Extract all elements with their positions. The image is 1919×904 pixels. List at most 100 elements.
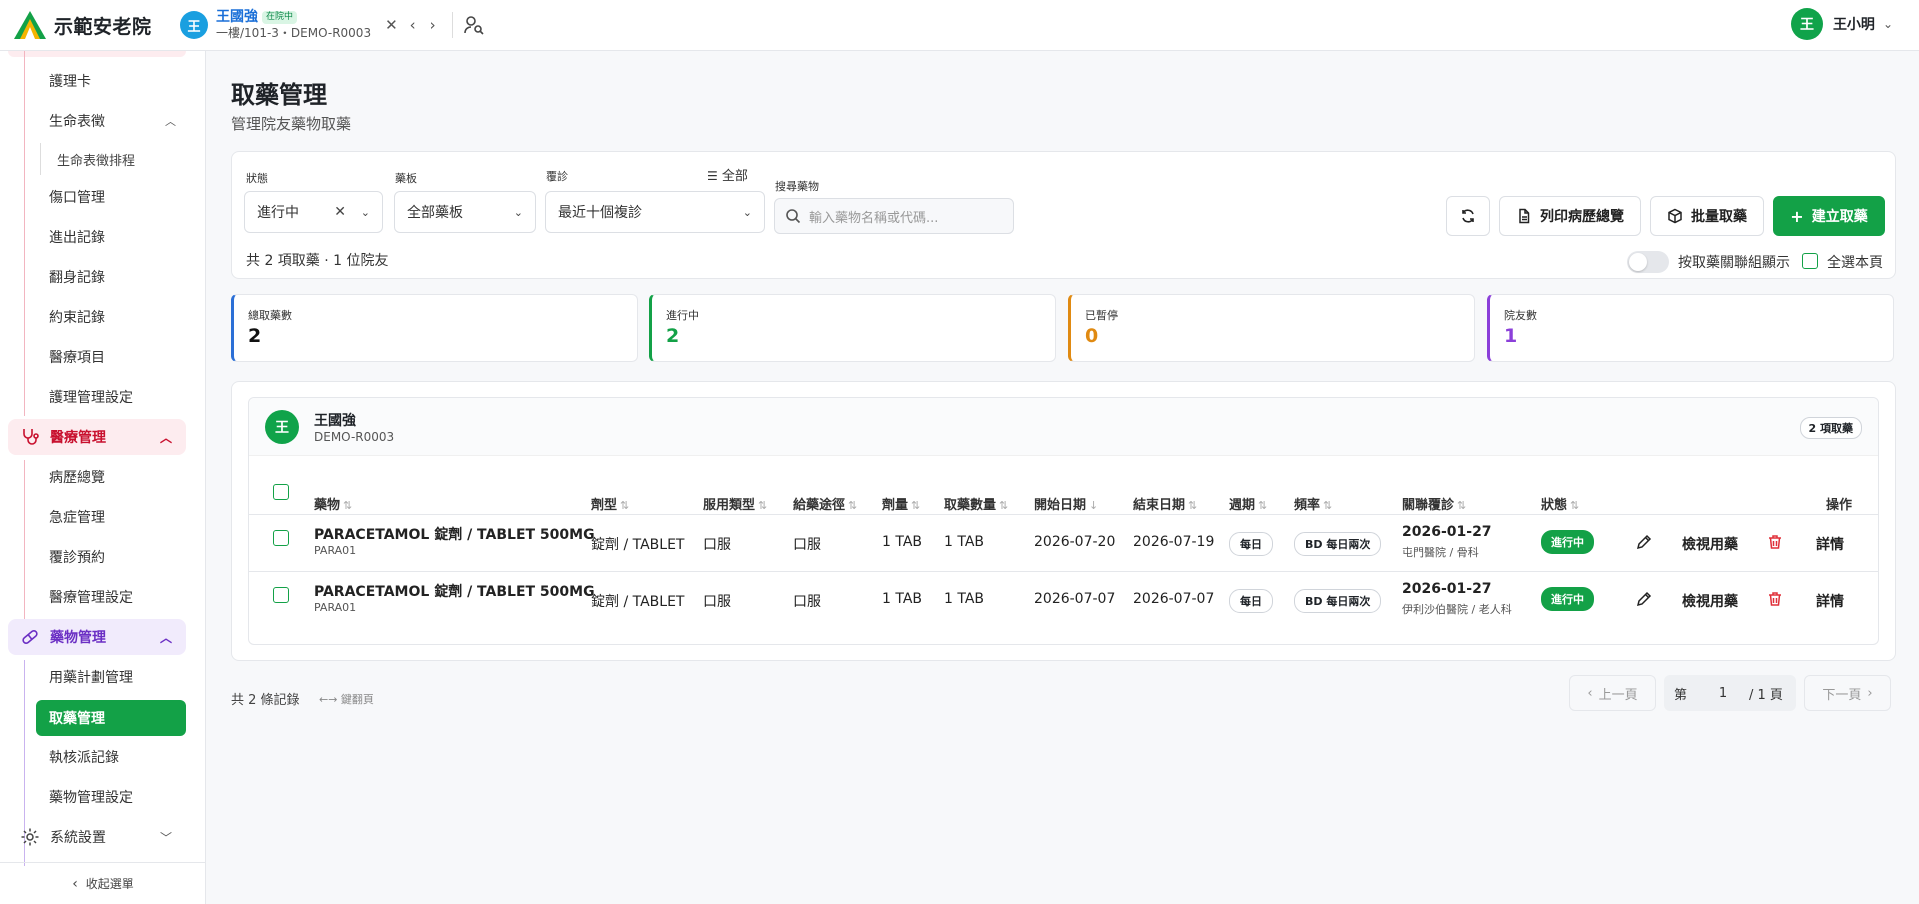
edit-icon[interactable]: [1636, 591, 1652, 607]
chevron-up-icon: ︿: [159, 430, 172, 445]
sidebar-group-medical[interactable]: 醫療管理 ︿: [8, 419, 186, 455]
followup-place: 伊利沙伯醫院 / 老人科: [1402, 603, 1512, 616]
print-records-button[interactable]: 列印病歷總覽: [1499, 196, 1641, 236]
drug-name[interactable]: PARACETAMOL 錠劑 / TABLET 500MG: [314, 581, 595, 601]
status-select[interactable]: 進行中 ✕ ⌄: [244, 191, 383, 233]
group-resident-name: 王國強: [314, 413, 356, 429]
sidebar-item-emergency[interactable]: 急症管理: [36, 501, 186, 533]
col-freq[interactable]: 頻率 ⇅: [1294, 494, 1332, 513]
next-page-button[interactable]: 下一頁 ›: [1804, 675, 1891, 711]
app-logo[interactable]: 示範安老院: [0, 9, 170, 41]
followup-all-toggle[interactable]: ☰ 全部: [707, 165, 748, 184]
plus-icon: +: [1790, 206, 1804, 226]
followup-date: 2026-01-27: [1402, 581, 1492, 597]
sort-icon: ⇅: [343, 499, 353, 512]
col-dose[interactable]: 劑量 ⇅: [882, 494, 920, 513]
filter-panel: 狀態 進行中 ✕ ⌄ 藥板 全部藥板 ⌄ 覆診 ☰ 全部 最近十個複診 ⌄ 搜尋…: [231, 151, 1896, 279]
create-dispense-button[interactable]: + 建立取藥: [1773, 196, 1885, 236]
sidebar-item-medical-items[interactable]: 醫療項目: [36, 341, 186, 373]
view-medication-button[interactable]: 檢視用藥: [1682, 534, 1738, 554]
current-resident-chip[interactable]: 王 王國強 在院中 一樓/101-3・DEMO-R0003: [180, 9, 371, 40]
col-drug[interactable]: 藥物 ⇅: [314, 494, 352, 513]
chevron-left-icon: ‹: [1587, 685, 1593, 701]
board-select[interactable]: 全部藥板 ⌄: [394, 191, 536, 233]
col-route[interactable]: 給藥途徑 ⇅: [793, 494, 857, 513]
resident-status-badge: 在院中: [262, 11, 298, 25]
user-menu[interactable]: 王 王小明 ⌄: [1790, 8, 1893, 40]
select-all-checkbox[interactable]: [273, 484, 289, 500]
row-checkbox[interactable]: [273, 587, 289, 603]
sidebar-item-dispatch-records[interactable]: 執核派記錄: [36, 741, 186, 773]
collapse-menu-button[interactable]: ‹ 收起選單: [0, 862, 206, 904]
col-end[interactable]: 結束日期 ⇅: [1133, 494, 1197, 513]
sidebar-item-followup[interactable]: 覆診預約: [36, 541, 186, 573]
edit-icon[interactable]: [1636, 534, 1652, 550]
detail-button[interactable]: 詳情: [1816, 591, 1844, 611]
user-name: 王小明: [1832, 17, 1875, 33]
user-search-icon[interactable]: [463, 14, 485, 36]
sidebar-item-nursing-card[interactable]: 護理卡: [36, 65, 186, 97]
chevron-down-icon: ⌄: [742, 205, 752, 219]
detail-button[interactable]: 詳情: [1816, 534, 1844, 554]
batch-dispense-button[interactable]: 批量取藥: [1650, 196, 1764, 236]
refresh-button[interactable]: [1446, 196, 1490, 236]
group-count-badge: 2 項取藥: [1799, 417, 1862, 439]
close-icon[interactable]: ✕: [385, 16, 398, 34]
sort-icon: ⇅: [620, 499, 630, 512]
page-number-input[interactable]: 1: [1703, 686, 1743, 701]
sidebar-item-medical-settings[interactable]: 醫療管理設定: [36, 581, 186, 613]
col-form[interactable]: 劑型 ⇅: [591, 494, 629, 513]
col-followup[interactable]: 關聯覆診 ⇅: [1402, 494, 1466, 513]
sidebar-item-inout[interactable]: 進出記錄: [36, 221, 186, 253]
sidebar-item-restraint[interactable]: 約束記錄: [36, 301, 186, 333]
view-medication-button[interactable]: 檢視用藥: [1682, 591, 1738, 611]
col-status[interactable]: 狀態 ⇅: [1541, 494, 1579, 513]
sidebar-item-med-plan[interactable]: 用藥計劃管理: [36, 661, 186, 693]
sidebar-item-dispense[interactable]: 取藥管理: [36, 700, 186, 736]
sidebar-item-wound[interactable]: 傷口管理: [36, 181, 186, 213]
sidebar-item-vital-signs[interactable]: 生命表徵 ︿: [36, 105, 186, 137]
search-drug-input[interactable]: 輸入藥物名稱或代碼...: [774, 198, 1014, 234]
list-icon: ☰: [707, 169, 718, 183]
sort-icon: ⇅: [1258, 499, 1268, 512]
col-type[interactable]: 服用類型 ⇅: [703, 494, 767, 513]
divider: [451, 12, 453, 38]
drug-qty: 1 TAB: [944, 591, 985, 607]
clear-icon[interactable]: ✕: [334, 204, 346, 220]
followup-select[interactable]: 最近十個複診 ⌄: [545, 191, 765, 233]
group-display-toggle[interactable]: [1627, 251, 1669, 273]
sidebar-guide-line: [24, 460, 25, 634]
chevron-left-icon[interactable]: ‹: [410, 16, 416, 34]
drug-route: 口服: [793, 537, 821, 553]
sort-icon: ⇅: [1323, 499, 1333, 512]
prev-page-button[interactable]: ‹ 上一頁: [1569, 675, 1656, 711]
drug-qty: 1 TAB: [944, 534, 985, 550]
stat-in-progress: 進行中 2: [649, 294, 1056, 362]
col-cycle[interactable]: 週期 ⇅: [1229, 494, 1267, 513]
drug-route: 口服: [793, 594, 821, 610]
drug-name[interactable]: PARACETAMOL 錠劑 / TABLET 500MG: [314, 524, 595, 544]
col-start[interactable]: 開始日期 ↓: [1034, 494, 1098, 513]
sidebar-item-vital-schedule[interactable]: 生命表徵排程: [44, 143, 194, 175]
page-subtitle: 管理院友藥物取藥: [231, 115, 352, 133]
sidebar-item-records[interactable]: 病歷總覽: [36, 461, 186, 493]
followup-date: 2026-01-27: [1402, 524, 1492, 540]
start-date: 2026-07-20: [1034, 534, 1116, 550]
cycle-pill: 每日: [1229, 532, 1273, 556]
resident-group-header[interactable]: 王 王國強 DEMO-R0003 2 項取藥: [249, 398, 1878, 456]
chevron-down-icon: ⌄: [360, 205, 370, 219]
sidebar-group-system[interactable]: 系統設置 ﹀: [8, 819, 186, 855]
sidebar-item-turning[interactable]: 翻身記錄: [36, 261, 186, 293]
select-page-checkbox[interactable]: [1802, 253, 1818, 269]
stat-total: 總取藥數 2: [231, 294, 638, 362]
refresh-icon: [1462, 209, 1474, 223]
sidebar-group-drugs[interactable]: 藥物管理 ︿: [8, 619, 186, 655]
chevron-right-icon[interactable]: ›: [430, 16, 436, 34]
row-checkbox[interactable]: [273, 530, 289, 546]
end-date: 2026-07-07: [1133, 591, 1215, 607]
sidebar-item-nursing-settings[interactable]: 護理管理設定: [36, 381, 186, 413]
sidebar-item-drug-settings[interactable]: 藥物管理設定: [36, 781, 186, 813]
col-qty[interactable]: 取藥數量 ⇅: [944, 494, 1008, 513]
trash-icon[interactable]: [1767, 591, 1783, 607]
trash-icon[interactable]: [1767, 534, 1783, 550]
